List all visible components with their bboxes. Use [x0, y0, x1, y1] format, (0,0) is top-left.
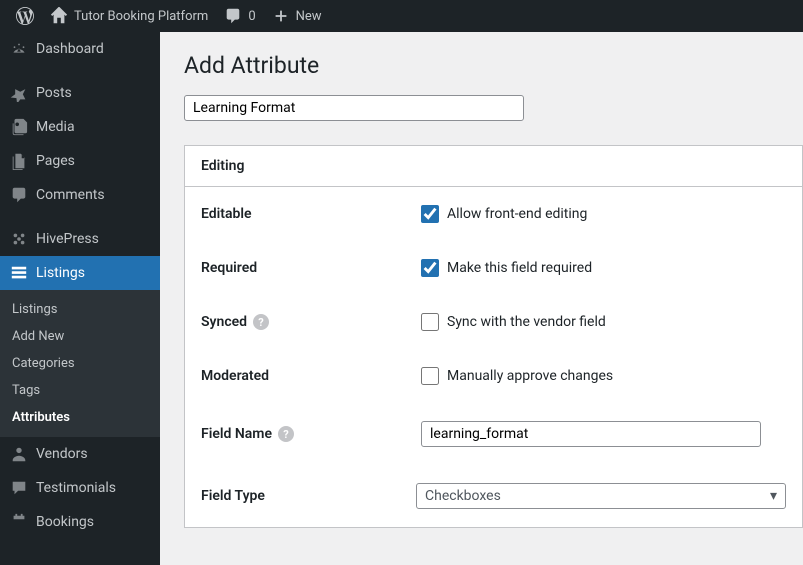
- pin-icon: [10, 84, 28, 102]
- menu-vendors[interactable]: Vendors: [0, 437, 160, 471]
- new-label: New: [296, 9, 322, 24]
- help-icon[interactable]: ?: [253, 314, 269, 330]
- testimonials-icon: [10, 479, 28, 497]
- wp-logo[interactable]: [8, 0, 42, 32]
- label-field-name: Field Name: [201, 426, 272, 442]
- checkbox-moderated[interactable]: [421, 367, 439, 385]
- wordpress-icon: [16, 7, 34, 25]
- new-content-link[interactable]: New: [264, 0, 330, 32]
- menu-comments[interactable]: Comments: [0, 178, 160, 212]
- submenu-listings: Listings Add New Categories Tags Attribu…: [0, 290, 160, 437]
- hivepress-icon: [10, 230, 28, 248]
- row-editable: Editable Allow front-end editing: [185, 187, 802, 241]
- plus-icon: [272, 7, 290, 25]
- attribute-title-input[interactable]: [184, 95, 524, 121]
- chevron-down-icon: ▾: [770, 488, 777, 504]
- submenu-item-categories[interactable]: Categories: [0, 350, 160, 377]
- checkbox-required[interactable]: [421, 259, 439, 277]
- help-icon[interactable]: ?: [278, 426, 294, 442]
- label-editable: Editable: [201, 206, 421, 222]
- submenu-item-add-new[interactable]: Add New: [0, 323, 160, 350]
- menu-media[interactable]: Media: [0, 110, 160, 144]
- select-field-type[interactable]: Checkboxes ▾: [416, 483, 786, 509]
- menu-listings[interactable]: Listings: [0, 256, 160, 290]
- vendors-icon: [10, 445, 28, 463]
- listings-icon: [10, 264, 28, 282]
- input-field-name[interactable]: [421, 421, 761, 447]
- checkbox-label-moderated: Manually approve changes: [447, 368, 613, 384]
- comment-icon: [224, 7, 242, 25]
- label-moderated: Moderated: [201, 368, 421, 384]
- submenu-item-tags[interactable]: Tags: [0, 377, 160, 404]
- site-name-link[interactable]: Tutor Booking Platform: [42, 0, 216, 32]
- checkbox-synced[interactable]: [421, 313, 439, 331]
- menu-bookings[interactable]: Bookings: [0, 505, 160, 539]
- menu-dashboard[interactable]: Dashboard: [0, 32, 160, 66]
- site-name: Tutor Booking Platform: [74, 9, 208, 24]
- main-content: Add Attribute Editing Editable Allow fro…: [160, 32, 803, 565]
- row-field-type: Field Type Checkboxes ▾: [185, 465, 802, 527]
- menu-pages[interactable]: Pages: [0, 144, 160, 178]
- row-synced: Synced ? Sync with the vendor field: [185, 295, 802, 349]
- comment-count: 0: [248, 9, 255, 24]
- editing-panel: Editing Editable Allow front-end editing…: [184, 145, 803, 528]
- select-value: Checkboxes: [425, 488, 501, 504]
- row-field-name: Field Name ?: [185, 403, 802, 465]
- admin-sidebar: Dashboard Posts Media Pages Comments Hiv…: [0, 32, 160, 565]
- media-icon: [10, 118, 28, 136]
- label-synced: Synced: [201, 314, 247, 330]
- menu-testimonials[interactable]: Testimonials: [0, 471, 160, 505]
- row-required: Required Make this field required: [185, 241, 802, 295]
- menu-hivepress[interactable]: HivePress: [0, 222, 160, 256]
- checkbox-label-editable: Allow front-end editing: [447, 206, 587, 222]
- pages-icon: [10, 152, 28, 170]
- label-field-type: Field Type: [201, 488, 416, 504]
- checkbox-label-synced: Sync with the vendor field: [447, 314, 606, 330]
- dashboard-icon: [10, 40, 28, 58]
- label-required: Required: [201, 260, 421, 276]
- comment-icon: [10, 186, 28, 204]
- page-title: Add Attribute: [184, 52, 803, 79]
- bookings-icon: [10, 513, 28, 531]
- row-moderated: Moderated Manually approve changes: [185, 349, 802, 403]
- checkbox-editable[interactable]: [421, 205, 439, 223]
- admin-topbar: Tutor Booking Platform 0 New: [0, 0, 803, 32]
- checkbox-label-required: Make this field required: [447, 260, 592, 276]
- submenu-item-listings[interactable]: Listings: [0, 296, 160, 323]
- comments-link[interactable]: 0: [216, 0, 263, 32]
- panel-header: Editing: [185, 146, 802, 187]
- submenu-item-attributes[interactable]: Attributes: [0, 404, 160, 431]
- menu-posts[interactable]: Posts: [0, 76, 160, 110]
- home-icon: [50, 7, 68, 25]
